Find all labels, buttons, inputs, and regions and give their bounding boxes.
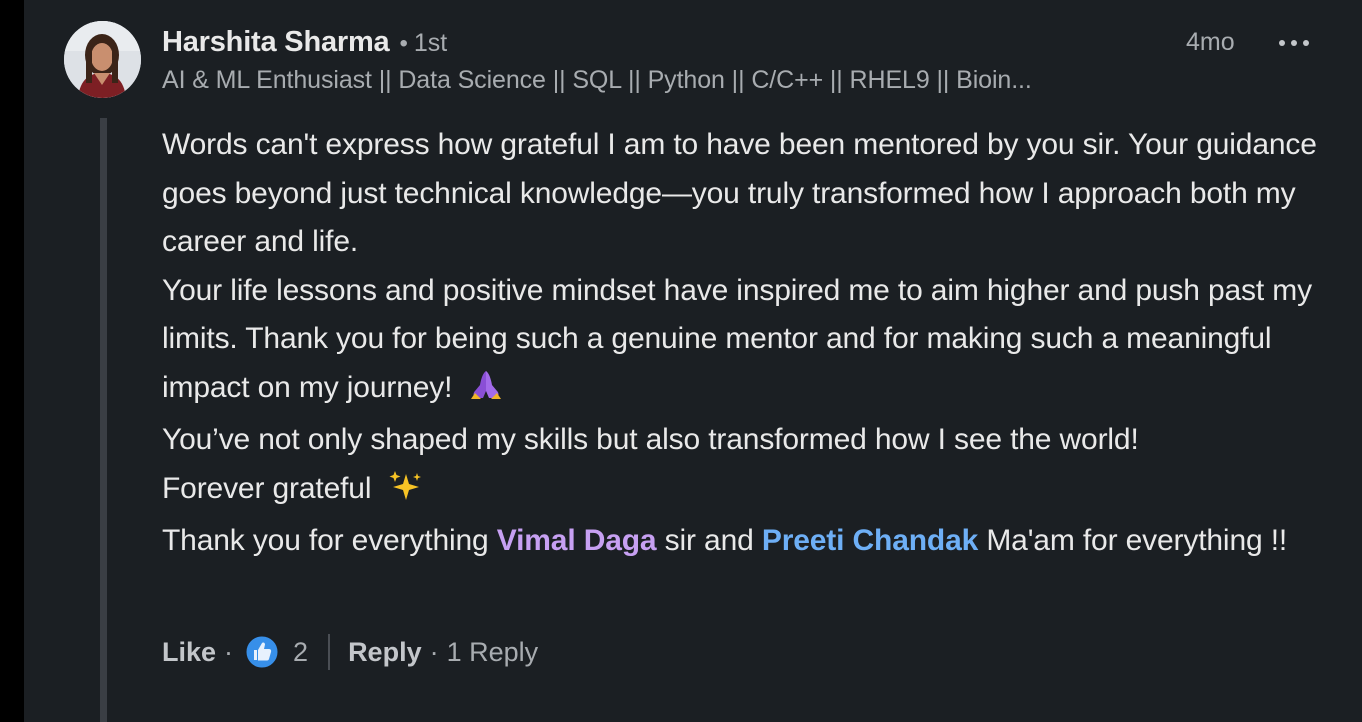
comment-paragraph-4-text: Forever grateful xyxy=(162,471,372,505)
more-options-button[interactable] xyxy=(1272,30,1316,56)
reply-button[interactable]: Reply xyxy=(348,637,422,668)
like-reaction[interactable]: 2 xyxy=(245,635,308,669)
comment-paragraph-3: You’ve not only shaped my skills but als… xyxy=(162,423,1139,456)
like-count: 2 xyxy=(293,636,309,667)
mention-vimal-daga[interactable]: Vimal Daga xyxy=(497,524,657,557)
connection-degree: 1st xyxy=(413,29,448,57)
like-button[interactable]: Like xyxy=(162,637,216,668)
comment-text: Words can't express how grateful I am to… xyxy=(162,121,1352,566)
comment-paragraph-1: Words can't express how grateful I am to… xyxy=(162,128,1317,258)
reply-count-link[interactable]: 1 Reply xyxy=(447,637,539,668)
comment-paragraph-4: Forever grateful xyxy=(162,465,1352,518)
reply-separator-dot: · xyxy=(429,636,439,667)
more-horizontal-icon xyxy=(1279,40,1309,46)
comment-paragraph-5: Thank you for everything Vimal Daga sir … xyxy=(162,517,1352,566)
separator-dot: • xyxy=(399,30,408,57)
author-name[interactable]: Harshita Sharma xyxy=(162,26,390,59)
comment-time: 4mo xyxy=(1186,28,1235,56)
sparkles-icon xyxy=(388,469,424,518)
mention-preeti-chandak[interactable]: Preeti Chandak xyxy=(762,524,978,557)
thumbs-up-reaction-icon xyxy=(245,635,279,669)
action-separator-dot: · xyxy=(224,636,234,667)
author-row: Harshita Sharma • 1st xyxy=(162,26,447,62)
author-headline: AI & ML Enthusiast || Data Science || SQ… xyxy=(162,66,1032,94)
thread-line xyxy=(100,118,107,722)
comment-paragraph-5-prefix: Thank you for everything xyxy=(162,524,497,557)
comment-paragraph-2: Your life lessons and positive mindset h… xyxy=(162,267,1352,417)
folded-hands-icon xyxy=(469,368,503,417)
comment-actions: Like · 2 Reply · 1 Reply xyxy=(162,632,538,672)
comment-paragraph-5-middle: sir and xyxy=(656,524,762,557)
avatar[interactable] xyxy=(64,21,141,98)
action-divider xyxy=(328,634,331,670)
comment-paragraph-2-text: Your life lessons and positive mindset h… xyxy=(162,273,1312,404)
comment-paragraph-5-suffix: Ma'am for everything !! xyxy=(978,524,1288,557)
avatar-photo-icon xyxy=(64,21,141,98)
